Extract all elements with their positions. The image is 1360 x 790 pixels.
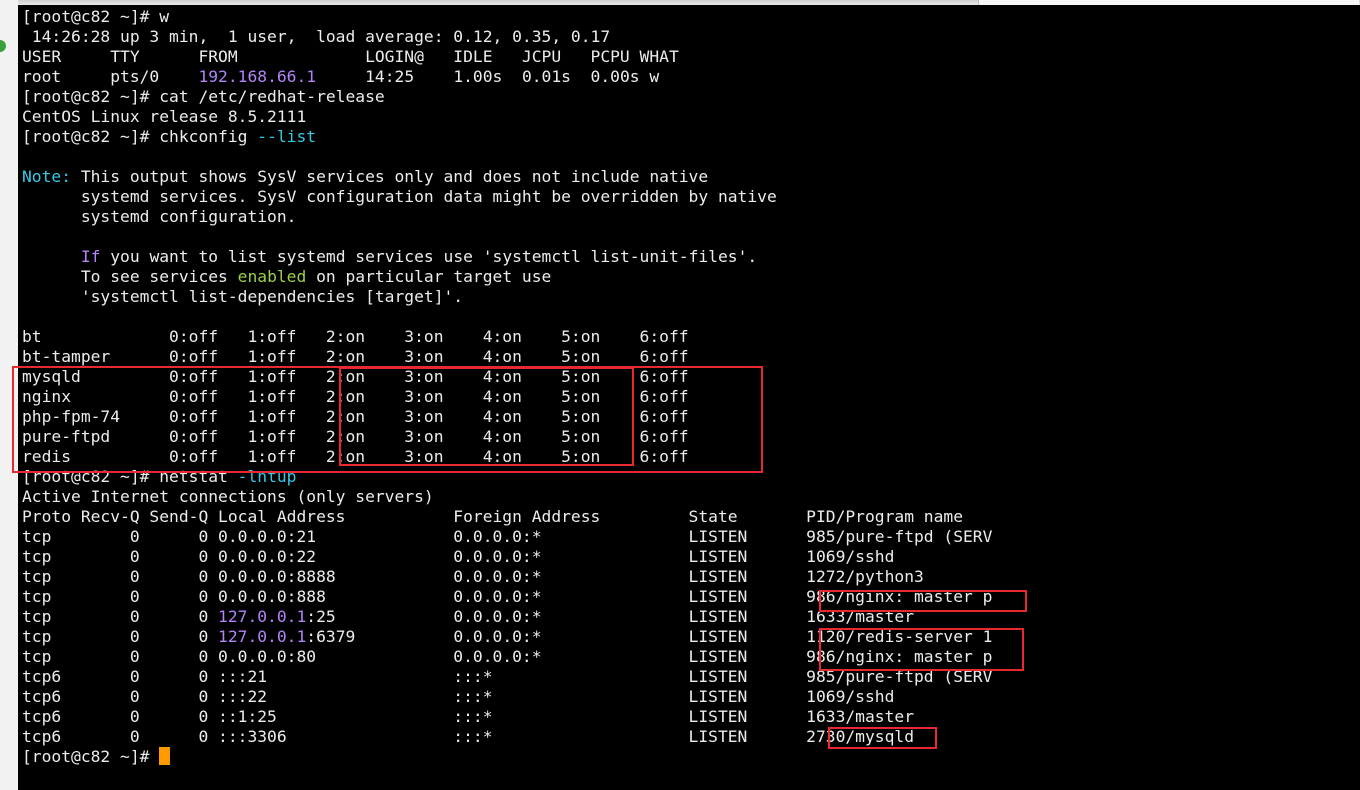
terminal-line: mysqld 0:off 1:off 2:on 3:on 4:on 5:on 6… <box>22 367 689 387</box>
terminal-text-segment: 'systemctl list-dependencies [target]'. <box>22 287 464 306</box>
terminal-text-segment: tcp 0 0 0.0.0.0:80 0.0.0.0:* LISTEN 986/… <box>22 647 993 666</box>
terminal-line: Active Internet connections (only server… <box>22 487 434 507</box>
terminal-line: [root@c82 ~]# netstat -lntup <box>22 467 296 487</box>
terminal-text-segment: Proto Recv-Q Send-Q Local Address Foreig… <box>22 507 964 526</box>
terminal-line: php-fpm-74 0:off 1:off 2:on 3:on 4:on 5:… <box>22 407 689 427</box>
terminal-line: tcp 0 0 0.0.0.0:80 0.0.0.0:* LISTEN 986/… <box>22 647 992 667</box>
terminal-line: Note: This output shows SysV services on… <box>22 167 708 187</box>
terminal-line: tcp 0 0 127.0.0.1:25 0.0.0.0:* LISTEN 16… <box>22 607 914 627</box>
terminal-text-segment: tcp 0 0 <box>22 607 219 626</box>
terminal-text-segment: systemd configuration. <box>22 207 297 226</box>
status-dot-icon <box>0 40 6 52</box>
terminal-text-segment: you want to list systemd services use 's… <box>100 247 758 266</box>
terminal-line: 14:26:28 up 3 min, 1 user, load average:… <box>22 27 610 47</box>
terminal-text-segment: [root@c82 ~]# netstat <box>22 467 238 486</box>
terminal-line: tcp 0 0 0.0.0.0:8888 0.0.0.0:* LISTEN 12… <box>22 567 924 587</box>
terminal-line: tcp6 0 0 ::1:25 :::* LISTEN 1633/master <box>22 707 914 727</box>
terminal-text-segment: :6379 0.0.0.0:* LISTEN 1120/redis-server… <box>306 627 993 646</box>
terminal-line: bt-tamper 0:off 1:off 2:on 3:on 4:on 5:o… <box>22 347 689 367</box>
terminal-line: tcp6 0 0 :::22 :::* LISTEN 1069/sshd <box>22 687 894 707</box>
terminal-text-segment: php-fpm-74 0:off 1:off 2:on 3:on 4:on 5:… <box>22 407 689 426</box>
terminal-text-segment: nginx 0:off 1:off 2:on 3:on 4:on 5:on 6:… <box>22 387 689 406</box>
terminal-line: root pts/0 192.168.66.1 14:25 1.00s 0.01… <box>22 67 659 87</box>
terminal-line: tcp 0 0 0.0.0.0:22 0.0.0.0:* LISTEN 1069… <box>22 547 894 567</box>
terminal-text-segment: root pts/0 <box>22 67 199 86</box>
terminal-line: [root@c82 ~]# cat /etc/redhat-release <box>22 87 385 107</box>
terminal-line: bt 0:off 1:off 2:on 3:on 4:on 5:on 6:off <box>22 327 689 347</box>
terminal-text-segment: To see services <box>22 267 238 286</box>
terminal-text-segment: tcp 0 0 0.0.0.0:21 0.0.0.0:* LISTEN 985/… <box>22 527 993 546</box>
terminal-line: USER TTY FROM LOGIN@ IDLE JCPU PCPU WHAT <box>22 47 679 67</box>
terminal-text-segment: This output shows SysV services only and… <box>71 167 709 186</box>
terminal-text-segment: 127.0.0.1 <box>218 607 307 626</box>
terminal-text-segment: [root@c82 ~]# chkconfig <box>22 127 258 146</box>
terminal-line: systemd services. SysV configuration dat… <box>22 187 777 207</box>
terminal-line: nginx 0:off 1:off 2:on 3:on 4:on 5:on 6:… <box>22 387 689 407</box>
terminal-text-segment: tcp6 0 0 :::21 :::* LISTEN 985/pure-ftpd… <box>22 667 993 686</box>
terminal-line: systemd configuration. <box>22 207 297 227</box>
terminal-line: tcp6 0 0 :::3306 :::* LISTEN 2730/mysqld <box>22 727 914 747</box>
terminal-text-segment: 127.0.0.1 <box>218 627 307 646</box>
terminal-text-segment: tcp 0 0 <box>22 627 219 646</box>
terminal-line: [root@c82 ~]# chkconfig --list <box>22 127 316 147</box>
terminal-text-segment: tcp 0 0 0.0.0.0:888 0.0.0.0:* LISTEN 986… <box>22 587 993 606</box>
terminal-text-segment: :25 0.0.0.0:* LISTEN 1633/master <box>306 607 915 626</box>
terminal-text-segment: tcp6 0 0 :::22 :::* LISTEN 1069/sshd <box>22 687 895 706</box>
terminal-text-segment: Note: <box>22 167 72 186</box>
terminal-text-segment: tcp 0 0 0.0.0.0:8888 0.0.0.0:* LISTEN 12… <box>22 567 924 586</box>
terminal-text-segment: bt 0:off 1:off 2:on 3:on 4:on 5:on 6:off <box>22 327 689 346</box>
terminal-text-segment: Active Internet connections (only server… <box>22 487 434 506</box>
terminal-text-segment: on particular target use <box>306 267 552 286</box>
terminal-text-segment: CentOS Linux release 8.5.2111 <box>22 107 307 126</box>
window-left-edge <box>0 0 19 790</box>
terminal-text-segment: pure-ftpd 0:off 1:off 2:on 3:on 4:on 5:o… <box>22 427 689 446</box>
terminal-text-segment: -lntup <box>237 467 297 486</box>
terminal-screen[interactable]: [root@c82 ~]# w 14:26:28 up 3 min, 1 use… <box>18 5 1360 790</box>
terminal-line: redis 0:off 1:off 2:on 3:on 4:on 5:on 6:… <box>22 447 689 467</box>
terminal-text-segment: [root@c82 ~]# w <box>22 7 170 26</box>
terminal-text-segment: 14:26:28 up 3 min, 1 user, load average:… <box>22 27 611 46</box>
terminal-line: To see services enabled on particular ta… <box>22 267 552 287</box>
terminal-cursor <box>159 747 171 765</box>
terminal-text-segment: redis 0:off 1:off 2:on 3:on 4:on 5:on 6:… <box>22 447 689 466</box>
terminal-text-segment: 14:25 1.00s 0.01s 0.00s w <box>316 67 660 86</box>
terminal-line: If you want to list systemd services use… <box>22 247 757 267</box>
terminal-text-segment: --list <box>257 127 317 146</box>
terminal-line: tcp 0 0 127.0.0.1:6379 0.0.0.0:* LISTEN … <box>22 627 992 647</box>
terminal-line: Proto Recv-Q Send-Q Local Address Foreig… <box>22 507 963 527</box>
terminal-line: [root@c82 ~]# <box>22 747 171 767</box>
terminal-line: pure-ftpd 0:off 1:off 2:on 3:on 4:on 5:o… <box>22 427 689 447</box>
terminal-text-segment: tcp6 0 0 :::3306 :::* LISTEN 2730/mysqld <box>22 727 914 746</box>
terminal-line: [root@c82 ~]# w <box>22 7 169 27</box>
terminal-line: tcp 0 0 0.0.0.0:21 0.0.0.0:* LISTEN 985/… <box>22 527 992 547</box>
terminal-text-segment: bt-tamper 0:off 1:off 2:on 3:on 4:on 5:o… <box>22 347 689 366</box>
terminal-text-segment: tcp 0 0 0.0.0.0:22 0.0.0.0:* LISTEN 1069… <box>22 547 895 566</box>
terminal-text-segment: mysqld 0:off 1:off 2:on 3:on 4:on 5:on 6… <box>22 367 689 386</box>
terminal-text-segment: systemd services. SysV configuration dat… <box>22 187 777 206</box>
terminal-text-segment: [root@c82 ~]# cat /etc/redhat-release <box>22 87 385 106</box>
terminal-text-segment: If <box>80 247 101 266</box>
terminal-text-segment: [root@c82 ~]# <box>22 747 160 766</box>
terminal-text-segment: tcp6 0 0 ::1:25 :::* LISTEN 1633/master <box>22 707 914 726</box>
terminal-line: tcp 0 0 0.0.0.0:888 0.0.0.0:* LISTEN 986… <box>22 587 992 607</box>
terminal-text-segment: 192.168.66.1 <box>198 67 317 86</box>
terminal-line: CentOS Linux release 8.5.2111 <box>22 107 306 127</box>
terminal-line: tcp6 0 0 :::21 :::* LISTEN 985/pure-ftpd… <box>22 667 992 687</box>
terminal-line: 'systemctl list-dependencies [target]'. <box>22 287 463 307</box>
terminal-text-segment: enabled <box>237 267 307 286</box>
terminal-text-segment: USER TTY FROM LOGIN@ IDLE JCPU PCPU WHAT <box>22 47 679 66</box>
